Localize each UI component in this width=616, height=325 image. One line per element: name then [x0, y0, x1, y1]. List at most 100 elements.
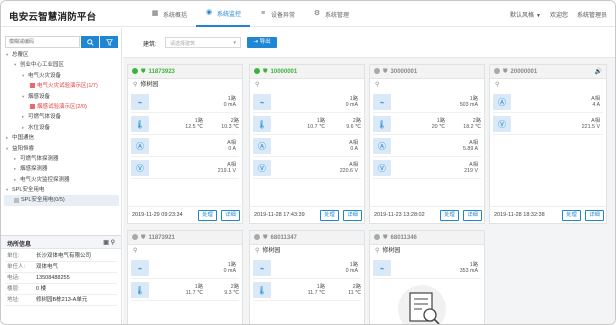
tab-overview[interactable]: ▦ 系统概括: [142, 1, 196, 27]
detail-button[interactable]: 详细: [585, 209, 604, 221]
device-icon: [30, 83, 35, 89]
device-code: 10000001: [270, 69, 298, 75]
metric-row: ⌁ 1路 503 mA: [373, 92, 481, 113]
device-card: ⛊ 20000001 🔊 ⚲ Ⓐ A相 4 A Ⓥ A相 221.5 V 2019-11-…: [489, 64, 608, 224]
filter-button[interactable]: [100, 36, 118, 48]
location-pin-icon: ⚲: [133, 82, 138, 88]
tree-node[interactable]: ▾ 烟感设备: [4, 92, 119, 102]
export-label: 导出: [259, 39, 271, 45]
leakage-current-icon: ⌁: [253, 94, 271, 110]
tab-label: 系统监控: [217, 11, 242, 18]
card-header: ⛊ 11873923: [128, 65, 242, 79]
tree-node[interactable]: ▸ 烟感探测器: [4, 164, 119, 174]
edit-icon[interactable]: ▣: [103, 240, 109, 246]
metric-row: 🌡 1路 10.7 ℃ 2路 9.6 ℃: [253, 114, 361, 135]
card-header: ⛊ 10000001: [250, 65, 364, 79]
device-code: 30000001: [390, 69, 418, 75]
tree-node[interactable]: ▸ 水位设备: [4, 123, 119, 133]
detail-button[interactable]: 详细: [463, 209, 482, 221]
no-data-document-icon: [398, 285, 446, 324]
leakage-current-icon: ⌁: [253, 260, 271, 276]
tab-monitoring[interactable]: ◉ 系统监控: [196, 1, 251, 27]
card-location: ⚲: [490, 79, 606, 91]
status-dot: [374, 234, 380, 241]
search-input[interactable]: [5, 36, 80, 48]
device-code: 68011347: [270, 235, 297, 241]
search-button[interactable]: [81, 36, 99, 48]
tree-node[interactable]: ▸ 中国通信: [4, 133, 119, 143]
style-dropdown[interactable]: 默认风格 ▼: [510, 10, 541, 19]
metric-row: 🌡 1路 12.5 ℃ 2路 10.3 ℃: [131, 114, 239, 135]
tree-node[interactable]: ▾ 总覆区: [4, 50, 119, 60]
gear-icon: ⚙: [313, 10, 321, 17]
metric-row: 🌡 1路 20 ℃ 2路 18.2 ℃: [373, 114, 481, 135]
card-footer: 2019-11-28 18:32:38 处理 详细: [490, 206, 608, 223]
tree-node[interactable]: ▸ 可燃气体设备: [4, 112, 119, 122]
top-header: 电安云智慧消防平台 ▦ 系统概括 ◉ 系统监控 ≡ 设备异常 ⚙ 系统管理 默认…: [1, 1, 615, 27]
card-footer: 2019-11-29 09:23:34 处理 详细: [128, 206, 244, 223]
timestamp: 2019-11-28 18:32:38: [494, 212, 545, 218]
handle-button[interactable]: 处理: [198, 209, 217, 221]
handle-button[interactable]: 处理: [320, 209, 339, 221]
sidebar-search: [5, 36, 118, 48]
location-pin-icon: ⚲: [495, 82, 500, 88]
metric-row: Ⓐ A相 0 A: [253, 136, 361, 157]
metric-row: 🌡 1路 11.7 ℃ 2路 11 ℃: [253, 280, 361, 301]
detail-button[interactable]: 详细: [343, 209, 362, 221]
search-icon: [86, 38, 94, 46]
metric-row: ⌁ 1路 0 mA: [253, 92, 361, 113]
device-code: 11873923: [148, 69, 175, 75]
tree-node[interactable]: ▾ 电气火灾设备: [4, 71, 119, 81]
thermometer-icon: 🌡: [253, 282, 271, 298]
chevron-down-icon: ▼: [232, 40, 237, 45]
device-tree: ▾ 总覆区 ▾ 创业中心工业园区 ▾ 电气火灾设备 电气火灾试验演示区(1/7) ▾ 烟…: [4, 50, 119, 232]
device-card: ⛊ 68011346 ⚲ 修树园 ⌁ 1路 353 mA: [369, 230, 485, 324]
detail-button[interactable]: 详细: [221, 209, 240, 221]
card-header: ⛊ 30000001: [370, 65, 484, 79]
tree-node[interactable]: ▸ 电气火灾监控探测器: [4, 175, 119, 185]
handle-button[interactable]: 处理: [440, 209, 459, 221]
site-info-table: 单位: 长沙双体电气有限公司 单任人: 双体电气 电话: 13508488255 楼层…: [1, 249, 121, 308]
thermometer-icon: 🌡: [131, 282, 149, 298]
location-pin-icon: ⚲: [255, 82, 260, 88]
status-dot: [254, 234, 260, 241]
device-card: ⛊ 68011347 ⚲ 修树园 ⌁ 1路 0 mA 🌡 1路 11.7 ℃ 2路 11 ℃: [249, 230, 365, 324]
building-select[interactable]: 请选择建筑 ▼: [165, 37, 241, 48]
current-amp-icon: Ⓐ: [253, 138, 271, 154]
status-dot: [374, 68, 380, 75]
handle-button[interactable]: 处理: [562, 209, 581, 221]
user-name[interactable]: 系统管理员: [577, 10, 607, 19]
tree-node-selected[interactable]: SPL安全用电(0/5): [4, 195, 119, 206]
current-amp-icon: Ⓐ: [373, 138, 391, 154]
tree-node[interactable]: ▾ SPL安全用电: [4, 185, 119, 195]
tree-node[interactable]: ▾ 益阳恒睿: [4, 144, 119, 154]
card-location: ⚲ 修树园: [133, 82, 159, 88]
tab-system-management[interactable]: ⚙ 系统管理: [304, 1, 358, 27]
welcome-text: 欢迎您: [549, 13, 568, 19]
status-dot: [132, 68, 138, 75]
tree-node[interactable]: 电气火灾试验演示区(1/7): [4, 81, 119, 91]
card-header: ⛊ 68011347: [250, 231, 364, 245]
header-right: 默认风格 ▼ 欢迎您 系统管理员: [510, 10, 607, 19]
metric-row: ⌁ 1路 353 mA: [373, 258, 481, 279]
info-row: 电话: 13508488255: [5, 273, 117, 284]
voltage-icon: Ⓥ: [131, 160, 149, 176]
main-content: 建筑: 请选择建筑 ▼ ⇥ 导出 ⛊ 11873923 ⚲ 修树园 ⌁ 1路 0 mA …: [123, 28, 615, 324]
shield-icon: ⛊: [383, 69, 388, 75]
location-icon[interactable]: ⚲: [111, 240, 115, 246]
device-card: ⛊ 30000001 ⚲ ⌁ 1路 503 mA 🌡 1路 20 ℃ 2路 18.2 ℃ Ⓐ A…: [369, 64, 486, 224]
device-card: ⛊ 11873923 ⚲ 修树园 ⌁ 1路 0 mA 🌡 1路 12.5 ℃ 2路 10.3 ℃…: [127, 64, 244, 224]
alarm-speaker-icon[interactable]: 🔊: [595, 65, 602, 79]
status-dot: [254, 68, 260, 75]
timestamp: 2019-11-23 13:28:02: [374, 212, 425, 218]
card-header: ⛊ 20000001 🔊: [490, 65, 606, 79]
tab-device-abnormal[interactable]: ≡ 设备异常: [250, 1, 304, 27]
metric-row: Ⓥ A相 220.6 V: [253, 158, 361, 179]
export-button[interactable]: ⇥ 导出: [247, 37, 277, 48]
site-info-panel: 场所信息 ▣ ⚲ 单位: 长沙双体电气有限公司 单任人: 双体电气 电话: 13508…: [1, 235, 121, 324]
tree-node[interactable]: ▾ 创业中心工业园区: [4, 60, 119, 70]
shield-icon: ⛊: [383, 235, 388, 241]
tree-node[interactable]: ▸ 可燃气体探测器: [4, 154, 119, 164]
tree-node[interactable]: 烟感试验演示区(2/0): [4, 102, 119, 112]
site-info-title: 场所信息: [7, 242, 32, 248]
